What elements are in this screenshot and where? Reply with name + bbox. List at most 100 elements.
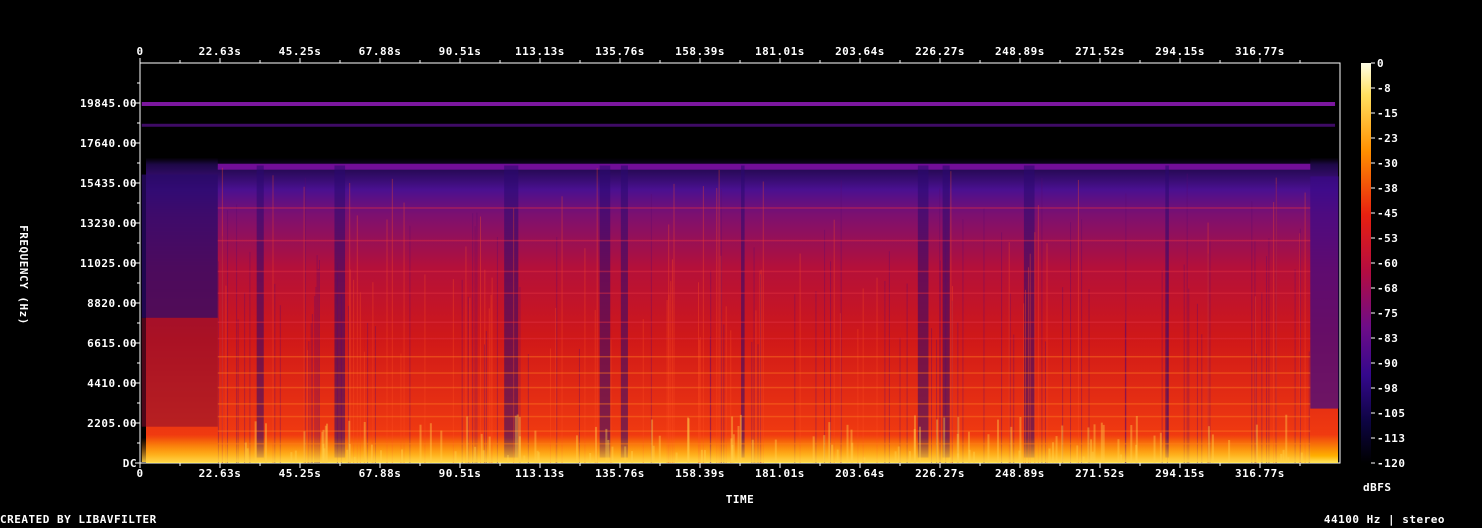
bass-transient <box>254 421 257 463</box>
transient-streak <box>1266 256 1268 463</box>
x-tick-label-top: 45.25s <box>279 45 322 58</box>
bass-transient <box>1280 453 1283 463</box>
x-tick-label-top: 67.88s <box>359 45 402 58</box>
transient-streak <box>391 178 393 463</box>
bass-transient <box>264 423 267 463</box>
bass-transient <box>1019 416 1022 463</box>
x-tick-label-top: 226.27s <box>915 45 965 58</box>
harmonic-line <box>217 337 1311 340</box>
colorbar-tick-label: -75 <box>1377 307 1398 320</box>
harmonic-line <box>217 415 1311 418</box>
colorbar-tick-label: -105 <box>1377 407 1406 420</box>
transient-streak <box>1046 243 1048 463</box>
bass-transient <box>429 423 432 463</box>
bass-transient <box>751 439 754 463</box>
harmonic-line <box>217 372 1311 374</box>
bass-transient <box>605 428 608 463</box>
x-axis-bottom: 0 22.63s 45.25s 67.88s 90.51s 113.13s 135.76s 1… <box>136 463 1301 480</box>
y-tick-label: 13230.00 <box>80 217 137 230</box>
bass-transient <box>1211 434 1214 463</box>
quiet-gap <box>334 165 346 458</box>
colorbar-ticks: 0 -8 -15 -23 -30 -38 -45 -53 -60 -68 -75 -83 -90 -98 -… <box>1371 57 1406 470</box>
x-tick-label-top: 158.39s <box>675 45 725 58</box>
transient-streak <box>596 167 598 463</box>
x-tick-label-top: 135.76s <box>595 45 645 58</box>
bass-transient <box>482 450 485 463</box>
colorbar-tick-label: 0 <box>1377 57 1384 70</box>
y-axis: DC 2205.00 4410.00 6615.00 8820.00 11025.00 13… <box>80 82 140 470</box>
transient-streak <box>304 177 306 463</box>
colorbar-tick-label: -15 <box>1377 107 1398 120</box>
bass-transient <box>987 434 990 463</box>
pilot-tone-line-2 <box>141 123 1336 127</box>
footer-info: 44100 Hz | stereo <box>1323 513 1445 526</box>
transient-streak <box>1186 173 1188 463</box>
transient-streak <box>824 229 826 463</box>
bass-transient <box>1153 435 1156 463</box>
cutoff-band <box>217 163 1311 170</box>
y-tick-label: 2205.00 <box>87 417 137 430</box>
transient-streak <box>702 186 704 463</box>
harmonic-line <box>217 386 1311 389</box>
transient-streak <box>671 259 673 463</box>
harmonic-line <box>217 430 1311 432</box>
y-tick-label: DC <box>123 457 137 470</box>
bass-transient <box>652 445 655 463</box>
bass-transient <box>1100 422 1103 463</box>
transient-streak <box>760 269 762 463</box>
bass-transient <box>523 455 526 463</box>
bass-transient <box>908 451 911 463</box>
transient-streak <box>1294 269 1296 463</box>
y-tick-label: 11025.00 <box>80 257 137 270</box>
colorbar-tick-label: -83 <box>1377 332 1398 345</box>
y-axis-title: FREQUENCY (Hz) <box>17 225 30 325</box>
x-tick-label-top: 90.51s <box>439 45 482 58</box>
harmonic-line <box>217 292 1311 294</box>
y-tick-label: 4410.00 <box>87 377 137 390</box>
harmonic-line <box>217 321 1311 324</box>
colorbar-tick-label: -68 <box>1377 282 1398 295</box>
quiet-gap <box>599 165 611 458</box>
harmonic-line <box>217 270 1311 273</box>
transient-streak <box>815 291 817 463</box>
bass-transient <box>731 444 734 463</box>
transient-streak <box>1027 267 1029 463</box>
bass-transient <box>346 449 349 463</box>
bass-transient <box>488 436 491 463</box>
x-tick-label-top: 113.13s <box>515 45 565 58</box>
bass-transient <box>244 442 247 463</box>
harmonic-line <box>217 403 1311 405</box>
transient-streak <box>513 208 515 463</box>
x-tick-label-bottom: 316.77s <box>1235 467 1285 480</box>
x-tick-label-top: 203.64s <box>835 45 885 58</box>
transient-streak <box>476 212 478 463</box>
bass-transient <box>968 449 971 463</box>
transient-streak <box>983 208 985 463</box>
bass-transient <box>1207 426 1210 463</box>
bass-transient <box>536 450 539 463</box>
bass-transient <box>675 452 678 463</box>
bass-transient <box>851 442 854 463</box>
x-tick-label-top: 294.15s <box>1155 45 1205 58</box>
transient-streak <box>1041 178 1043 463</box>
bass-transient <box>516 414 519 463</box>
quiet-gap <box>504 165 519 458</box>
transient-streak <box>1166 229 1168 463</box>
bass-transient <box>737 425 740 463</box>
colorbar-tick-label: -8 <box>1377 82 1391 95</box>
x-tick-label-bottom: 90.51s <box>439 467 482 480</box>
x-tick-label-top: 316.77s <box>1235 45 1285 58</box>
transient-streak <box>217 261 219 463</box>
bass-transient <box>348 444 351 463</box>
bass-transient <box>589 452 592 463</box>
bass-transient <box>687 417 690 463</box>
bass-transient <box>936 419 939 463</box>
colorbar-label: dBFS <box>1363 481 1392 494</box>
transient-streak <box>244 292 246 463</box>
bass-transient <box>466 416 469 463</box>
x-axis-top: 0 22.63s 45.25s 67.88s 90.51s 113.13s 135.76s 1… <box>136 45 1301 63</box>
transient-streak <box>1070 222 1072 463</box>
intro-quiet-region <box>141 174 218 318</box>
bass-transient <box>913 415 916 463</box>
bass-transient <box>1287 457 1290 463</box>
